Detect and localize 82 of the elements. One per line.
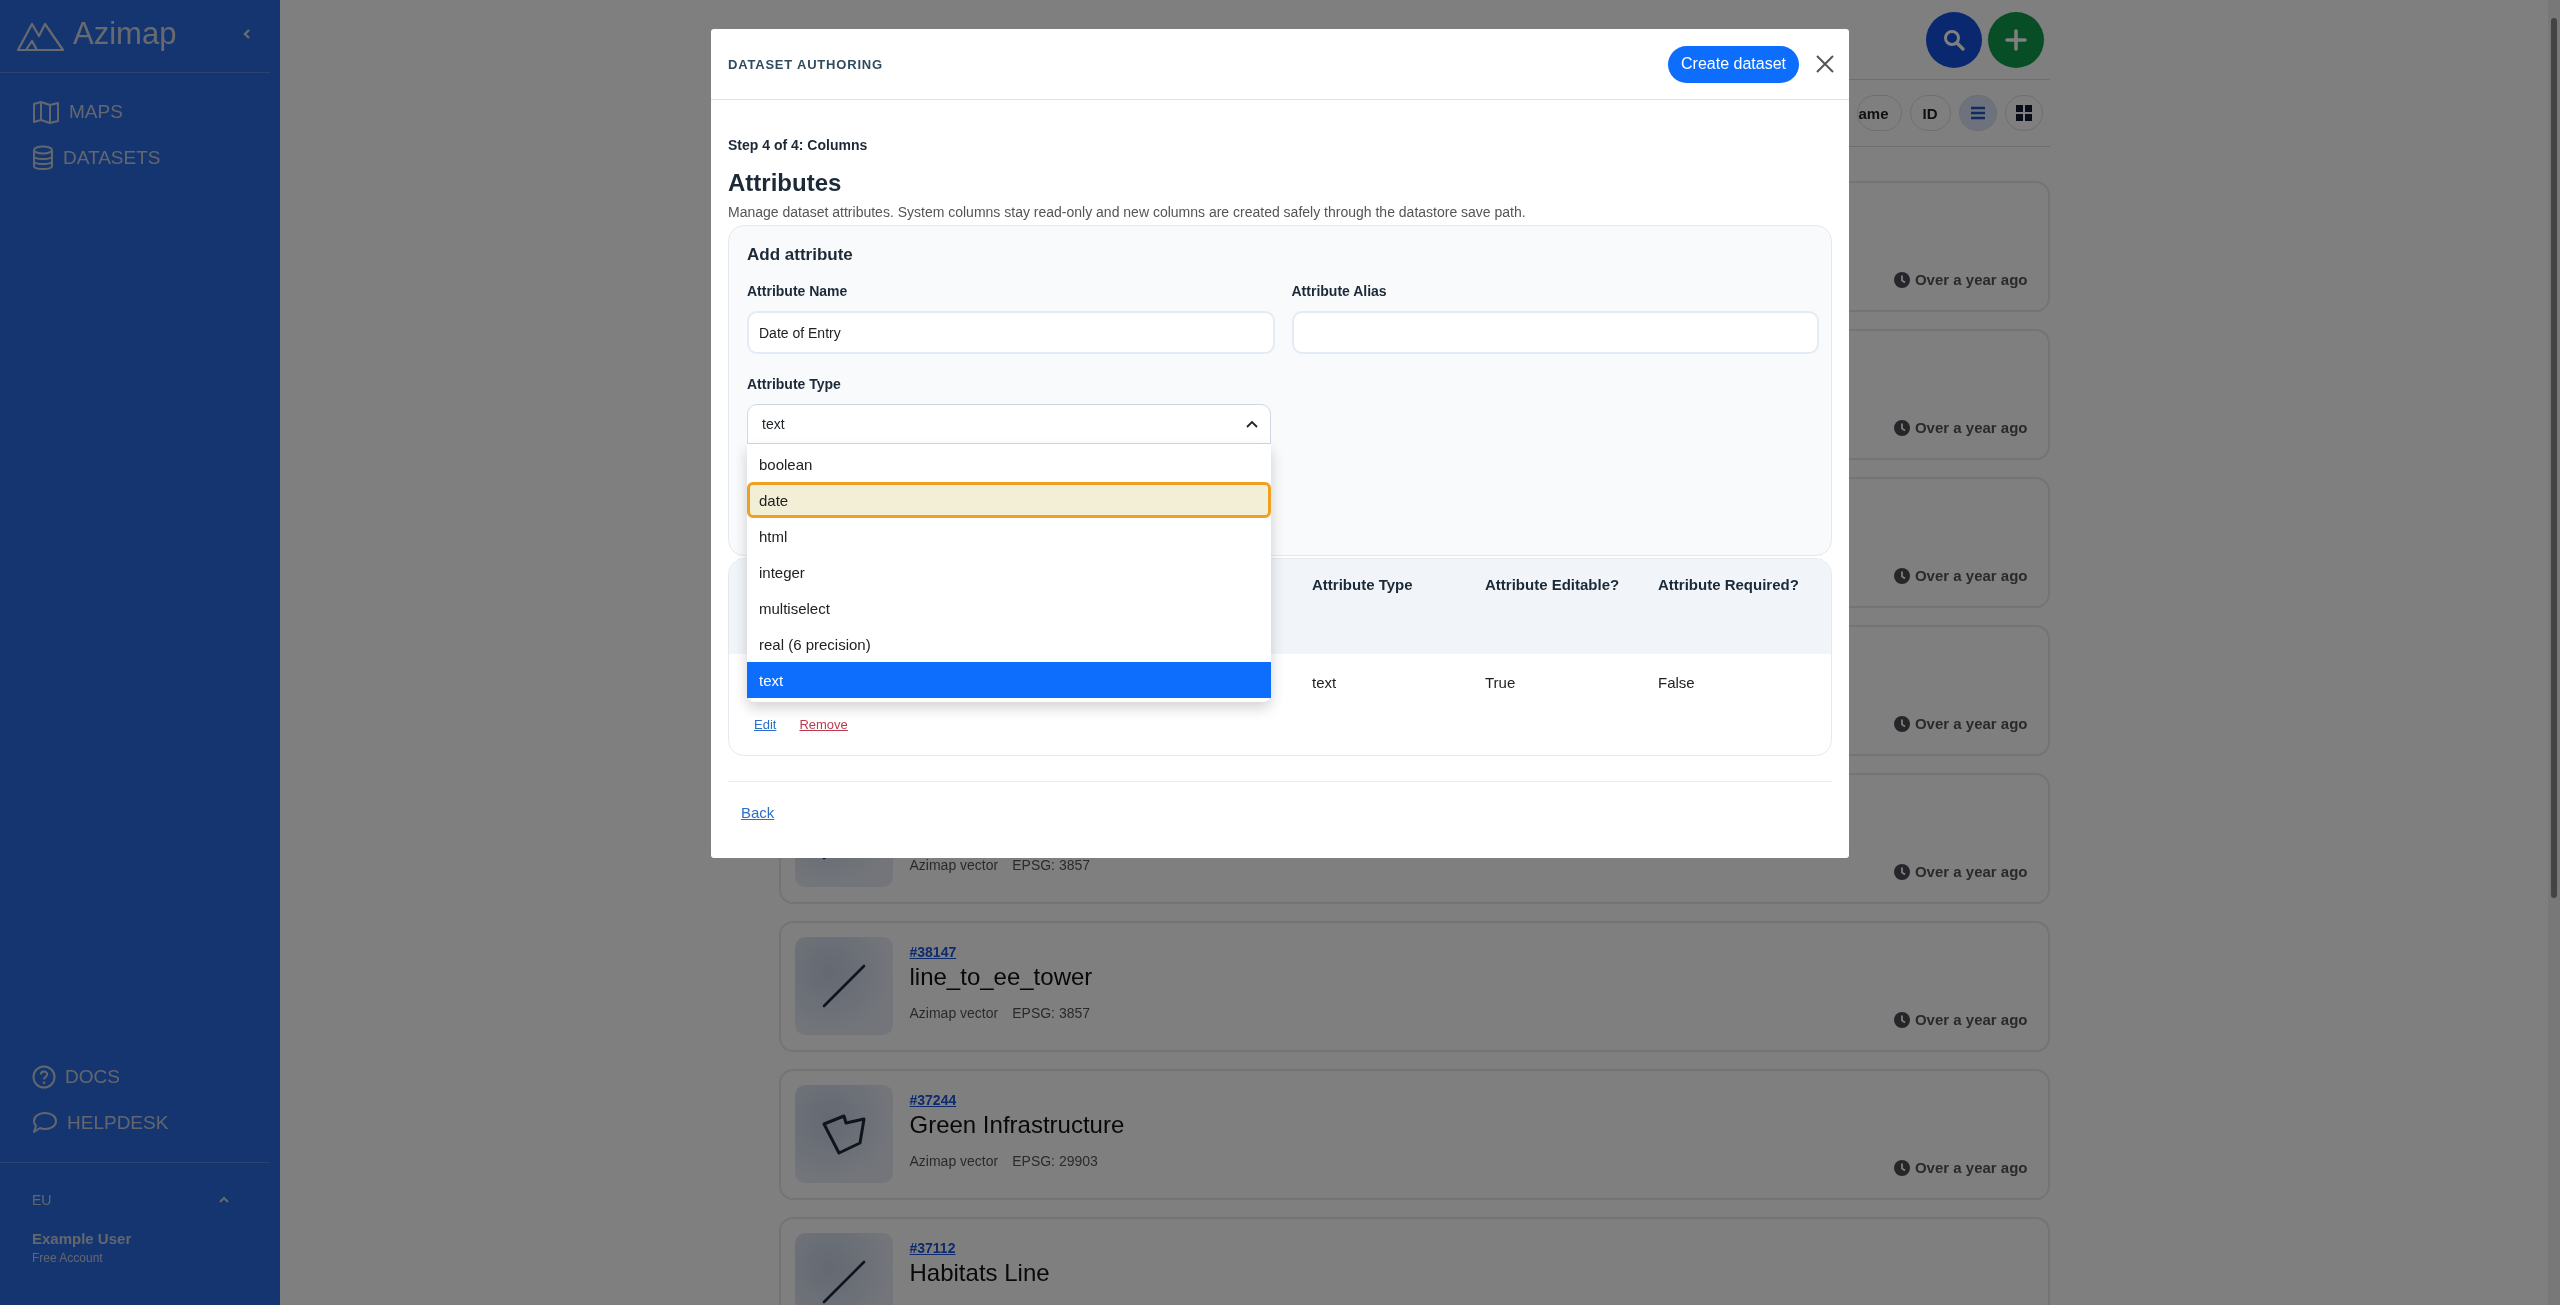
updated-time: Over a year ago <box>1914 715 2028 732</box>
input-field[interactable] <box>1291 311 1819 354</box>
updated-time: Over a year ago <box>1914 567 2028 584</box>
dataset-source: Azimap vector <box>909 1005 999 1023</box>
updated-time: Over a year ago <box>1914 863 2028 880</box>
edit-link[interactable]: Edit <box>754 717 777 732</box>
scrollbar[interactable] <box>2548 0 2560 1305</box>
table-cell-text: True <box>1485 674 1517 691</box>
column-header: Attribute Editable? <box>1485 576 1621 595</box>
field-label: Attribute Name <box>747 282 849 300</box>
clock-icon <box>1893 567 1910 584</box>
sort-button[interactable]: ID <box>1909 95 1951 131</box>
input-field[interactable]: Date of Entry <box>747 311 1275 354</box>
column-header: Attribute Type <box>1312 576 1414 595</box>
line-icon <box>820 963 867 1009</box>
dataset-epsg: EPSG: 29903 <box>1012 1153 1098 1171</box>
plus-icon <box>2004 28 2027 51</box>
dialog-title: DATASET AUTHORING <box>728 56 884 72</box>
field-label: Attribute Type <box>747 375 842 393</box>
brand-name: Azimap <box>73 16 178 52</box>
grid-icon <box>2015 105 2032 121</box>
section-heading: Attributes <box>728 168 843 198</box>
chat-bubble-icon <box>32 1111 58 1135</box>
chevron-up-icon <box>1246 420 1258 428</box>
clock-icon <box>1893 1011 1910 1028</box>
dataset-source: Azimap vector <box>909 1153 999 1171</box>
user-name: Example User <box>32 1230 133 1247</box>
back-link[interactable]: Back <box>741 804 775 821</box>
line-icon <box>820 1259 867 1305</box>
updated-time: Over a year ago <box>1914 419 2028 436</box>
grid-view-button[interactable] <box>2004 95 2043 131</box>
list-icon <box>1969 106 1986 120</box>
dropdown-option[interactable]: integer <box>747 554 1271 590</box>
dataset-source: Azimap vector <box>909 857 999 875</box>
clock-icon <box>1893 863 1910 880</box>
clock-icon <box>1893 419 1910 436</box>
clock-icon <box>1893 1159 1910 1176</box>
dropdown-option[interactable]: real (6 precision) <box>747 626 1271 662</box>
dataset-id-link[interactable]: #37112 <box>909 1240 956 1256</box>
dropdown-option[interactable]: date <box>747 482 1271 518</box>
step-label: Step 4 of 4: Columns <box>728 136 869 154</box>
dropdown-option[interactable]: multiselect <box>747 590 1271 626</box>
clock-icon <box>1893 271 1910 288</box>
dropdown-option[interactable]: text <box>747 662 1271 698</box>
table-cell-text: text <box>1312 674 1338 691</box>
dataset-id-link[interactable]: #37244 <box>909 1092 957 1108</box>
dropdown-option[interactable]: html <box>747 518 1271 554</box>
list-view-button[interactable] <box>1958 95 1997 131</box>
dataset-epsg: EPSG: 3857 <box>1012 1005 1091 1023</box>
section-description: Manage dataset attributes. System columns stay read-only and new columns are created safely through the datastore save path. <box>728 203 1527 222</box>
create-dataset-button[interactable]: Create dataset <box>1668 45 1799 83</box>
updated-time: Over a year ago <box>1914 1011 2028 1028</box>
dataset-card[interactable]: #37112 Habitats Line <box>778 1217 2050 1305</box>
region-label: EU <box>32 1192 52 1208</box>
collapse-chevron-icon[interactable] <box>242 28 252 40</box>
clock-icon <box>1893 715 1910 732</box>
dropdown-option[interactable]: boolean <box>747 446 1271 482</box>
dataset-epsg: EPSG: 3857 <box>1012 857 1091 875</box>
search-icon <box>1941 27 1966 52</box>
sort-button[interactable]: ame <box>1857 95 1902 131</box>
remove-link[interactable]: Remove <box>799 717 848 732</box>
polygon-icon <box>819 1112 868 1156</box>
dataset-id-link[interactable]: #38147 <box>909 944 957 960</box>
mountain-logo-icon <box>17 21 65 51</box>
database-icon <box>32 145 54 171</box>
updated-time: Over a year ago <box>1914 271 2028 288</box>
question-icon <box>32 1065 56 1089</box>
chevron-up-icon[interactable] <box>218 1196 230 1204</box>
dataset-name: Green Infrastructure <box>909 1111 1125 1138</box>
map-icon <box>32 100 60 124</box>
dataset-name: Habitats Line <box>909 1259 1050 1286</box>
table-cell-text: False <box>1658 674 1696 691</box>
user-plan: Free Account <box>32 1251 104 1265</box>
column-header: Attribute Required? <box>1658 576 1800 595</box>
dataset-card[interactable]: #37244 Green Infrastructure Azimap vector EPSG: 29903 Over a year ago <box>778 1069 2050 1200</box>
field-label: Attribute Alias <box>1291 282 1388 300</box>
dataset-card[interactable]: #38147 line_to_ee_tower Azimap vector EPSG: 3857 Over a year ago <box>778 921 2050 1052</box>
updated-time: Over a year ago <box>1914 1159 2028 1176</box>
dataset-name: line_to_ee_tower <box>909 963 1093 990</box>
type-select[interactable]: text <box>747 404 1271 444</box>
panel-title: Add attribute <box>747 244 854 266</box>
close-icon[interactable] <box>1815 54 1835 74</box>
